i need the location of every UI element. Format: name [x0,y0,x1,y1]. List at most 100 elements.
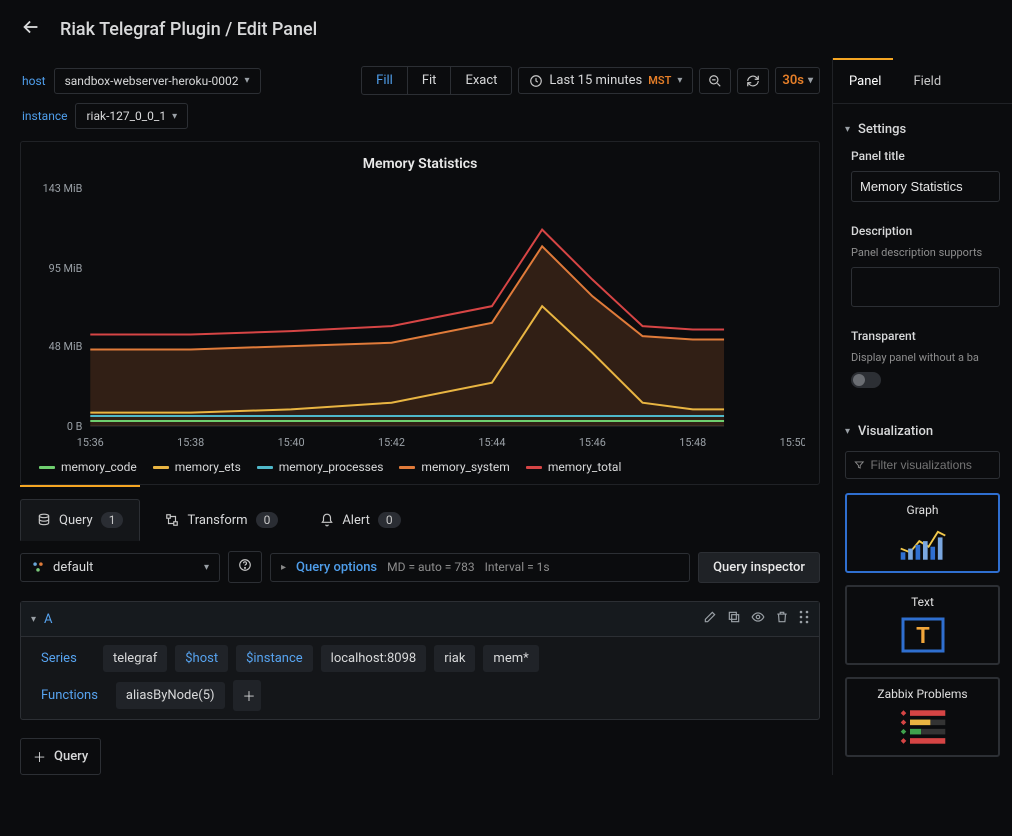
fit-button[interactable]: Fit [408,67,452,94]
section-settings[interactable]: ▾ Settings [833,114,1012,145]
legend-item[interactable]: memory_system [399,460,509,474]
panel-preview: Memory Statistics 0 B48 MiB95 MiB143 MiB… [20,141,820,485]
datasource-select[interactable]: default ▾ [20,553,220,582]
timezone-badge: MST [648,74,671,87]
series-segment[interactable]: riak [434,645,475,672]
transform-icon [165,513,179,527]
legend-label: memory_processes [279,460,384,474]
var-instance-value: riak-127_0_0_1 [86,109,166,123]
help-icon [238,558,252,572]
clock-icon [529,74,543,88]
tab-transform-label: Transform [187,513,247,528]
panel-title-input[interactable] [851,171,1000,202]
legend-label: memory_system [421,460,509,474]
series-segment[interactable]: $instance [236,645,313,672]
transparent-toggle[interactable] [851,372,881,388]
add-function-button[interactable]: ＋ [233,680,261,711]
eye-icon[interactable] [751,610,765,628]
svg-text:15:50: 15:50 [780,436,805,449]
viz-text[interactable]: Text T [845,585,1000,665]
add-query-button[interactable]: ＋ Query [20,738,101,775]
legend-item[interactable]: memory_code [39,460,137,474]
sidetab-field[interactable]: Field [897,60,957,103]
text-icon: T [897,617,949,653]
drag-handle-icon[interactable] [799,610,809,628]
legend-item[interactable]: memory_processes [257,460,384,474]
var-host-select[interactable]: sandbox-webserver-heroku-0002 ▾ [54,68,261,94]
chevron-down-icon: ▾ [845,124,850,135]
viz-graph[interactable]: Graph [845,493,1000,573]
edit-icon[interactable] [703,610,717,628]
refresh-rate-select[interactable]: 30s ▾ [775,67,820,94]
fill-button[interactable]: Fill [362,67,408,94]
section-visualization[interactable]: ▾ Visualization [833,416,1012,447]
svg-text:15:36: 15:36 [77,436,104,449]
svg-text:15:42: 15:42 [378,436,405,449]
refresh-button[interactable] [737,68,769,94]
series-segment[interactable]: $host [175,645,228,672]
svg-text:15:48: 15:48 [679,436,706,449]
series-segment[interactable]: localhost:8098 [321,645,427,672]
datasource-help-button[interactable] [228,551,262,583]
chevron-right-icon: ▸ [281,562,286,573]
tab-query-label: Query [59,513,93,528]
add-query-label: Query [54,749,88,764]
time-range-picker[interactable]: Last 15 minutes MST ▾ [518,67,693,94]
legend-item[interactable]: memory_total [526,460,622,474]
chevron-down-icon[interactable]: ▾ [31,614,36,625]
tab-transform[interactable]: Transform 0 [148,499,295,541]
sidetab-panel[interactable]: Panel [833,60,897,103]
chart-legend: memory_code memory_ets memory_processes mem… [35,452,805,476]
query-options-label: Query options [296,560,377,575]
query-options-md: MD = auto = 783 [387,560,474,574]
back-arrow-icon[interactable] [20,16,42,42]
copy-icon[interactable] [727,610,741,628]
tab-query[interactable]: Query 1 [20,499,140,541]
tab-alert-label: Alert [342,513,370,528]
legend-swatch [153,466,169,469]
svg-text:143 MiB: 143 MiB [43,182,83,195]
query-inspector-button[interactable]: Query inspector [698,552,820,583]
viz-graph-label: Graph [907,503,939,517]
datasource-name: default [53,560,93,575]
exact-button[interactable]: Exact [451,67,511,94]
functions-label: Functions [31,682,108,709]
description-input[interactable] [851,267,1000,307]
bell-icon [320,513,334,527]
query-ref-id: A [44,612,52,627]
svg-text:95 MiB: 95 MiB [49,262,83,275]
viz-zabbix[interactable]: Zabbix Problems [845,677,1000,757]
series-segment[interactable]: mem* [483,645,538,672]
trash-icon[interactable] [775,610,789,628]
legend-swatch [39,466,55,469]
var-host-value: sandbox-webserver-heroku-0002 [65,74,239,88]
series-segment[interactable]: telegraf [103,645,167,672]
chevron-down-icon: ▾ [245,75,250,86]
time-range-label: Last 15 minutes [549,73,642,88]
var-host-label: host [20,68,48,94]
viz-filter[interactable] [845,451,1000,479]
function-segment[interactable]: aliasByNode(5) [116,682,225,709]
svg-text:15:46: 15:46 [579,436,606,449]
legend-swatch [399,466,415,469]
chevron-down-icon: ▾ [808,75,813,86]
query-options[interactable]: ▸ Query options MD = auto = 783 Interval… [270,553,690,582]
chevron-down-icon: ▾ [204,562,209,573]
zabbix-icon [897,709,949,745]
legend-item[interactable]: memory_ets [153,460,241,474]
query-row: ▾ A Series telegraf $host $instance [20,601,820,720]
svg-text:48 MiB: 48 MiB [49,340,83,353]
chart-title: Memory Statistics [35,152,805,182]
viz-filter-input[interactable] [871,458,991,472]
legend-swatch [526,466,542,469]
chevron-down-icon: ▾ [845,426,850,437]
chart-canvas[interactable]: 0 B48 MiB95 MiB143 MiB15:3615:3815:4015:… [35,182,805,452]
svg-text:15:40: 15:40 [278,436,305,449]
zoom-out-button[interactable] [699,68,731,94]
series-label: Series [31,645,95,672]
tab-alert[interactable]: Alert 0 [303,499,417,541]
datasource-icon [31,560,45,574]
visualization-label: Visualization [858,424,933,439]
var-instance-select[interactable]: riak-127_0_0_1 ▾ [75,103,188,129]
description-label: Description [851,224,1000,238]
